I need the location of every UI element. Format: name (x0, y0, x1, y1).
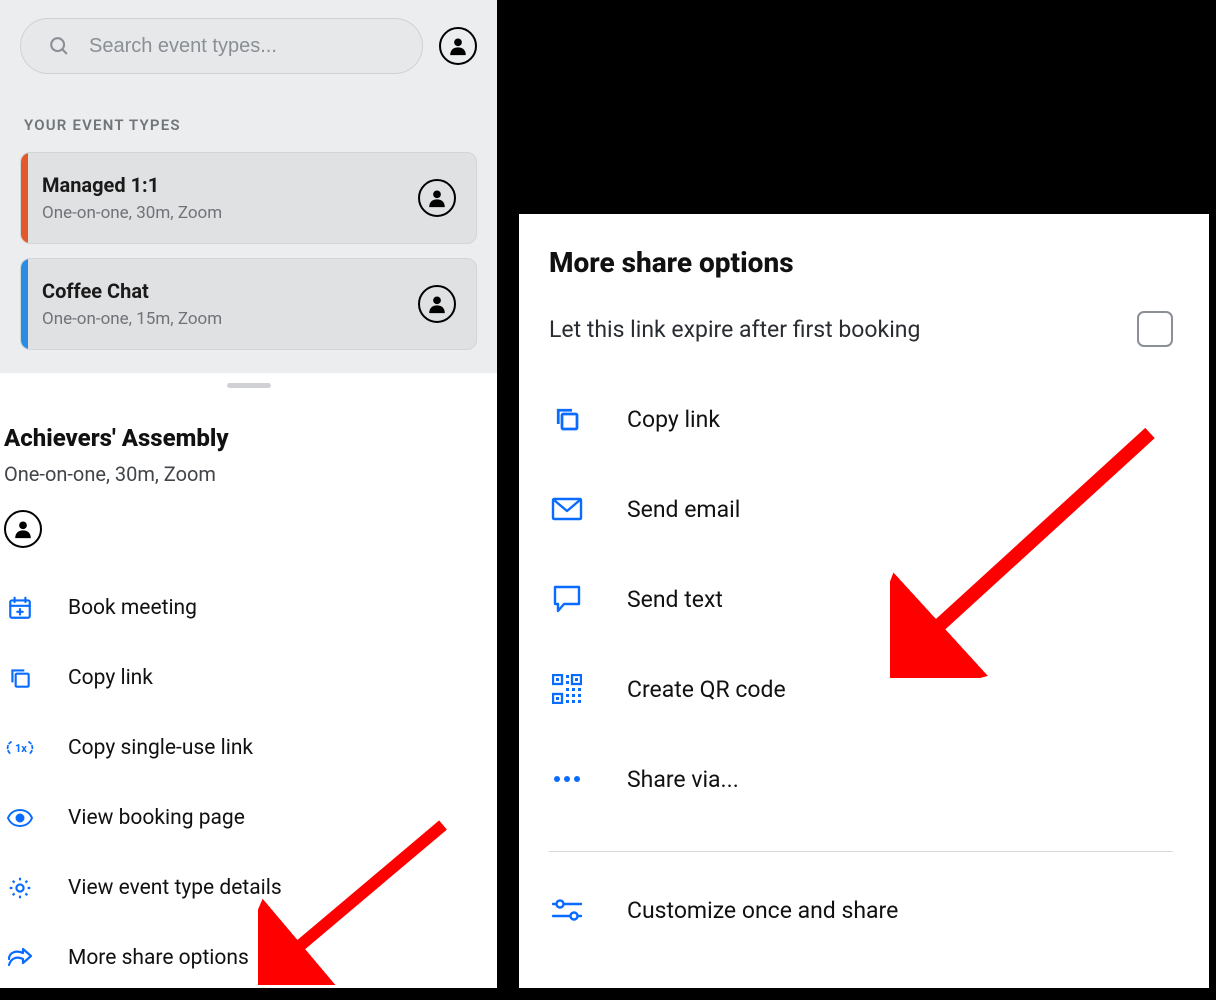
search-icon (43, 30, 75, 62)
expire-label: Let this link expire after first booking (549, 316, 920, 343)
more-icon (551, 763, 583, 795)
action-label: Copy single-use link (68, 736, 253, 760)
eye-icon (4, 802, 36, 834)
share-icon (4, 942, 36, 974)
event-avatar (418, 285, 456, 323)
mail-icon (551, 493, 583, 525)
expire-checkbox[interactable] (1137, 311, 1173, 347)
selected-event-title: Achievers' Assembly (4, 424, 493, 452)
action-copy-link[interactable]: Copy link (4, 662, 493, 694)
search-row (20, 18, 477, 74)
event-text: Managed 1:1 One-on-one, 30m, Zoom (28, 173, 418, 223)
copy-icon (4, 662, 36, 694)
event-sub: One-on-one, 30m, Zoom (42, 203, 418, 223)
share-label: Send email (627, 496, 740, 523)
event-title: Managed 1:1 (42, 173, 418, 197)
action-label: Book meeting (68, 596, 197, 620)
action-label: Copy link (68, 666, 153, 690)
action-view-booking-page[interactable]: View booking page (4, 802, 493, 834)
event-card-coffee[interactable]: Coffee Chat One-on-one, 15m, Zoom (20, 258, 477, 350)
search-box[interactable] (20, 18, 423, 74)
sliders-icon (551, 894, 583, 926)
action-list: Book meeting Copy link 1x Copy single-us… (4, 592, 493, 974)
event-text: Coffee Chat One-on-one, 15m, Zoom (28, 279, 418, 329)
action-label: View event type details (68, 876, 282, 900)
event-list-area: YOUR EVENT TYPES Managed 1:1 One-on-one,… (0, 0, 497, 373)
share-send-text[interactable]: Send text (549, 583, 1173, 615)
profile-avatar[interactable] (439, 27, 477, 65)
section-label: YOUR EVENT TYPES (24, 116, 477, 134)
event-title: Coffee Chat (42, 279, 418, 303)
share-label: Create QR code (627, 676, 786, 703)
action-label: View booking page (68, 806, 245, 830)
left-panel: YOUR EVENT TYPES Managed 1:1 One-on-one,… (0, 0, 497, 988)
chat-icon (551, 583, 583, 615)
qr-icon (551, 673, 583, 705)
copy-icon (551, 403, 583, 435)
share-copy-link[interactable]: Copy link (549, 403, 1173, 435)
svg-text:1x: 1x (15, 742, 27, 755)
action-book-meeting[interactable]: Book meeting (4, 592, 493, 624)
expire-row: Let this link expire after first booking (549, 311, 1173, 347)
stripe (21, 259, 28, 349)
search-input[interactable] (89, 35, 400, 58)
stripe (21, 153, 28, 243)
share-via[interactable]: Share via... (549, 763, 1173, 795)
share-options-panel: More share options Let this link expire … (519, 214, 1209, 988)
event-avatar (418, 179, 456, 217)
share-panel-title: More share options (549, 246, 1173, 279)
action-more-share-options[interactable]: More share options (4, 942, 493, 974)
action-copy-single-use[interactable]: 1x Copy single-use link (4, 732, 493, 764)
share-create-qr[interactable]: Create QR code (549, 673, 1173, 705)
event-card-managed[interactable]: Managed 1:1 One-on-one, 30m, Zoom (20, 152, 477, 244)
share-label: Customize once and share (627, 897, 898, 924)
share-label: Copy link (627, 406, 720, 433)
share-label: Send text (627, 586, 723, 613)
event-sheet: Achievers' Assembly One-on-one, 30m, Zoo… (0, 388, 497, 974)
event-sub: One-on-one, 15m, Zoom (42, 309, 418, 329)
action-label: More share options (68, 946, 249, 970)
selected-event-avatar (4, 510, 42, 548)
share-customize-once[interactable]: Customize once and share (549, 894, 1173, 926)
share-send-email[interactable]: Send email (549, 493, 1173, 525)
share-list: Copy link Send email Send text Create QR… (549, 403, 1173, 795)
calendar-add-icon (4, 592, 36, 624)
divider (549, 851, 1173, 852)
single-use-icon: 1x (4, 732, 36, 764)
action-view-event-details[interactable]: View event type details (4, 872, 493, 904)
share-label: Share via... (627, 766, 739, 793)
selected-event-sub: One-on-one, 30m, Zoom (4, 462, 493, 486)
gear-icon (4, 872, 36, 904)
